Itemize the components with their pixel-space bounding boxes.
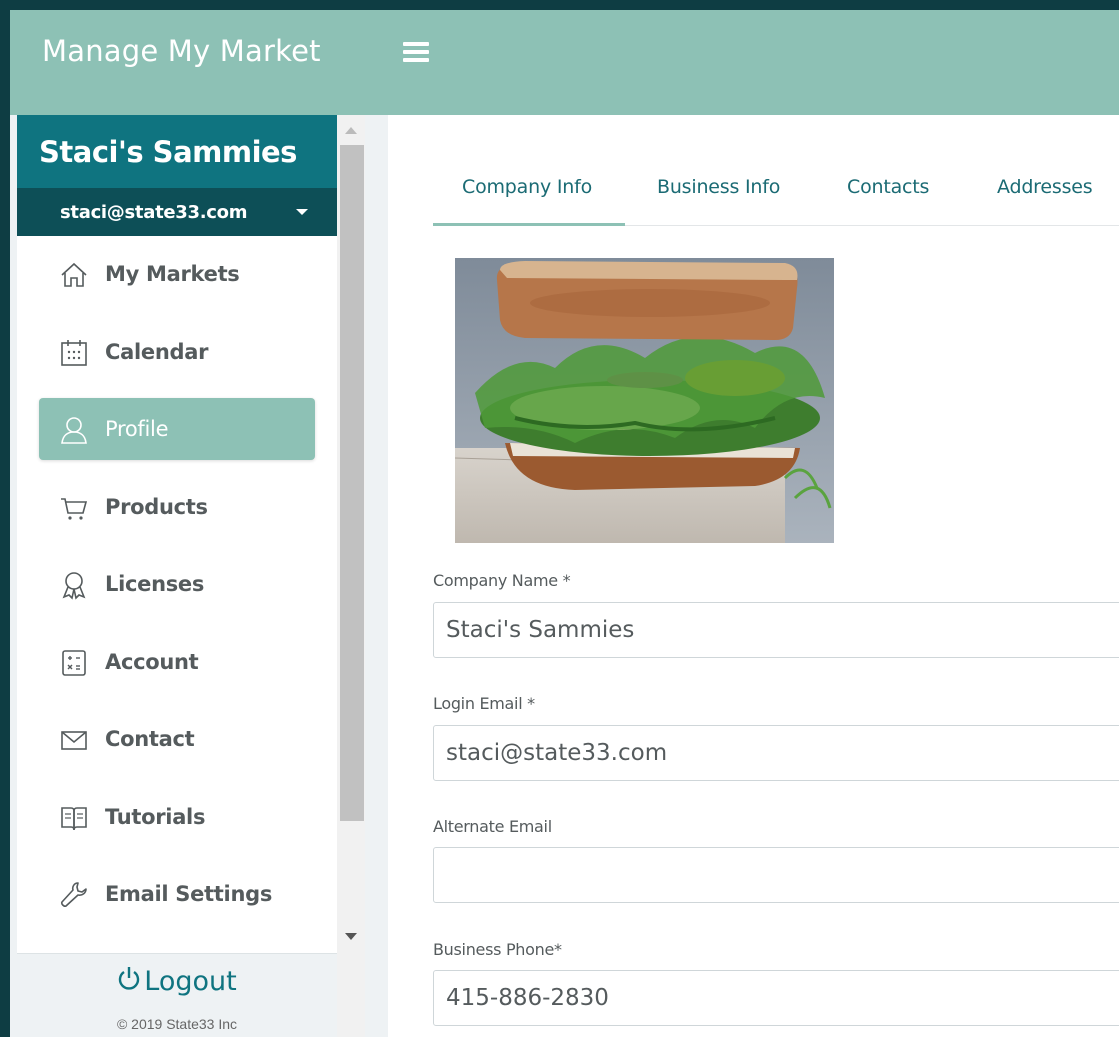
- sidebar-company-name: Staci's Sammies: [39, 135, 297, 169]
- scroll-thumb[interactable]: [340, 145, 364, 821]
- scroll-up-arrow-icon[interactable]: [345, 127, 357, 134]
- business-phone-label: Business Phone*: [433, 940, 562, 959]
- sidebar-item-label: Contact: [105, 727, 195, 751]
- sidebar-item-profile[interactable]: Profile: [39, 398, 315, 460]
- sidebar-item-email-settings[interactable]: Email Settings: [39, 863, 315, 925]
- scroll-down-arrow-icon[interactable]: [345, 933, 357, 940]
- user-account-dropdown[interactable]: staci@state33.com: [17, 188, 337, 236]
- sidebar-item-tutorials[interactable]: Tutorials: [39, 786, 315, 848]
- top-bar: Manage My Market: [10, 10, 1119, 115]
- cart-icon: [61, 498, 88, 520]
- company-name-label: Company Name *: [433, 571, 571, 590]
- sidebar-item-calendar[interactable]: Calendar: [39, 321, 315, 383]
- logout-label: Logout: [144, 966, 237, 997]
- sidebar-item-licenses[interactable]: Licenses: [39, 553, 315, 615]
- company-logo-image[interactable]: [455, 258, 834, 543]
- tab-company-info[interactable]: Company Info: [462, 176, 592, 198]
- company-name-input[interactable]: [433, 602, 1119, 658]
- app-title: Manage My Market: [42, 34, 321, 68]
- sidebar-item-label: Email Settings: [105, 882, 273, 906]
- hamburger-menu-icon[interactable]: [403, 42, 429, 64]
- envelope-icon: [61, 731, 87, 750]
- sandwich-photo: [455, 258, 834, 543]
- award-icon: [62, 572, 86, 600]
- sidebar-item-label: My Markets: [105, 262, 240, 286]
- active-tab-indicator: [433, 223, 625, 226]
- profile-tabs: Company Info Business Info Contacts Addr…: [433, 160, 1119, 226]
- sidebar-item-account[interactable]: Account: [39, 631, 315, 693]
- home-icon: [61, 262, 87, 287]
- content-gutter: [365, 115, 388, 1037]
- sidebar-item-label: Account: [105, 650, 199, 674]
- sidebar-scrollbar[interactable]: [337, 115, 365, 1037]
- sidebar-item-contact[interactable]: Contact: [39, 708, 315, 770]
- tab-contacts[interactable]: Contacts: [847, 176, 929, 198]
- sidebar: Staci's Sammies staci@state33.com My Mar…: [17, 115, 337, 1037]
- user-icon: [61, 417, 87, 444]
- login-email-label: Login Email *: [433, 694, 535, 713]
- caret-down-icon: [296, 209, 308, 215]
- alternate-email-label: Alternate Email: [433, 817, 552, 836]
- sidebar-company-header: Staci's Sammies: [17, 115, 337, 188]
- sidebar-item-products[interactable]: Products: [39, 476, 315, 538]
- sidebar-item-label: Tutorials: [105, 805, 206, 829]
- logout-button[interactable]: Logout: [17, 966, 337, 997]
- login-email-input[interactable]: [433, 725, 1119, 781]
- sidebar-item-label: Profile: [105, 417, 169, 441]
- power-icon: [119, 967, 140, 990]
- wrench-icon: [61, 882, 87, 907]
- tab-business-info[interactable]: Business Info: [657, 176, 780, 198]
- sidebar-item-label: Licenses: [105, 572, 205, 596]
- main-content: Company Info Business Info Contacts Addr…: [388, 115, 1119, 1037]
- app-window: Manage My Market Staci's Sammies staci@s…: [10, 10, 1119, 1037]
- user-email: staci@state33.com: [60, 202, 248, 223]
- calculator-icon: [62, 650, 86, 676]
- sidebar-item-my-markets[interactable]: My Markets: [39, 243, 315, 305]
- tab-addresses[interactable]: Addresses: [997, 176, 1093, 198]
- alternate-email-input[interactable]: [433, 847, 1119, 903]
- sidebar-item-label: Products: [105, 495, 208, 519]
- copyright-text: © 2019 State33 Inc: [116, 1016, 238, 1032]
- sidebar-item-label: Calendar: [105, 340, 209, 364]
- sidebar-footer: Logout © 2019 State33 Inc: [17, 953, 337, 1037]
- book-icon: [61, 807, 87, 831]
- calendar-icon: [61, 340, 87, 366]
- business-phone-input[interactable]: [433, 970, 1119, 1026]
